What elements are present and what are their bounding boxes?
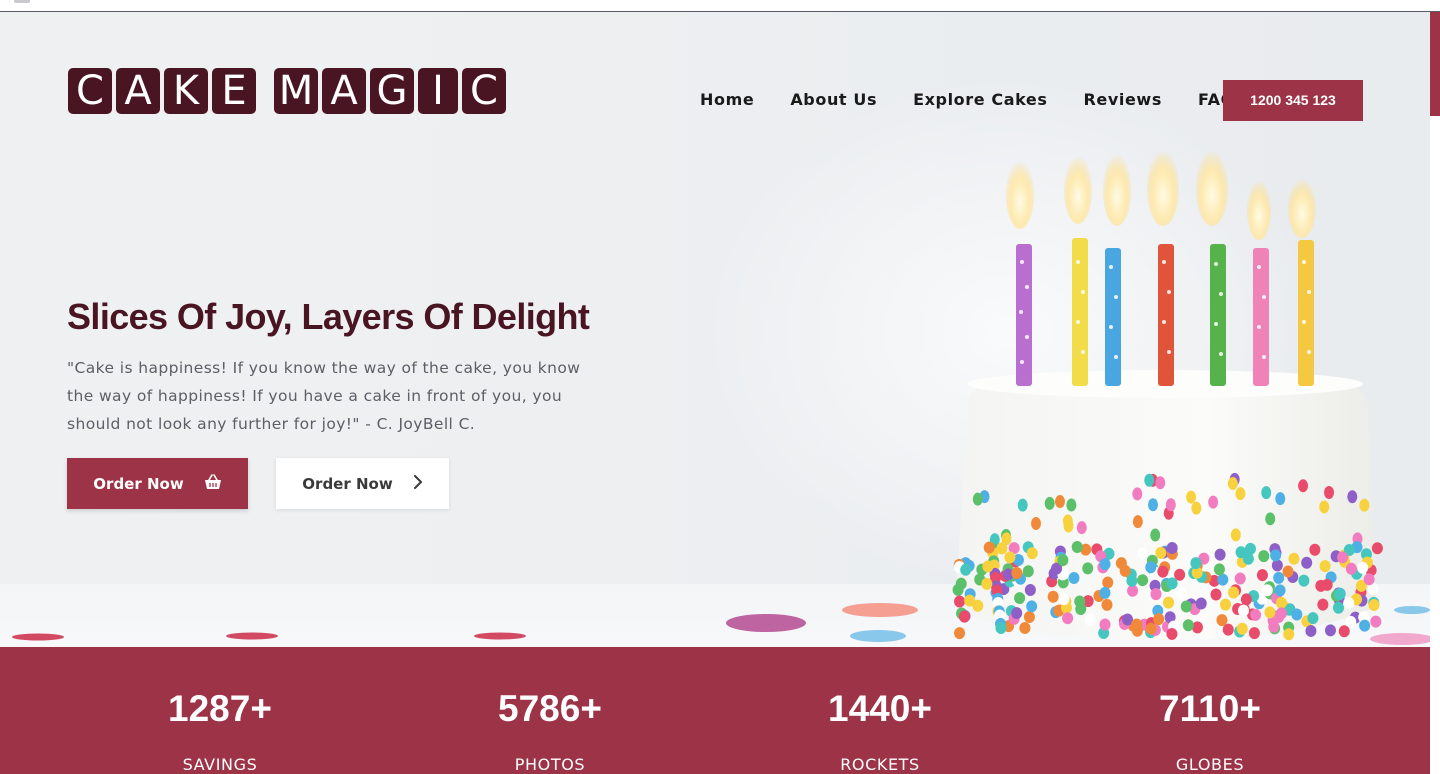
- order-now-label: Order Now: [93, 474, 184, 493]
- nav-explore-cakes[interactable]: Explore Cakes: [913, 90, 1047, 109]
- nav-about-us[interactable]: About Us: [790, 90, 877, 109]
- stat-rockets: 1440+ ROCKETS: [730, 647, 1030, 774]
- stat-value: 7110+: [1159, 688, 1261, 729]
- logo-letter-tile: A: [116, 68, 160, 114]
- order-now-secondary-label: Order Now: [302, 474, 393, 493]
- nav-reviews[interactable]: Reviews: [1084, 90, 1162, 109]
- chevron-right-icon: [413, 474, 423, 493]
- stat-value: 1287+: [168, 688, 272, 729]
- phone-button[interactable]: 1200 345 123: [1223, 80, 1363, 121]
- main-nav: Home About Us Explore Cakes Reviews FAQ: [700, 90, 1235, 109]
- order-now-secondary-button[interactable]: Order Now: [276, 458, 449, 509]
- logo-letter-tile: M: [274, 68, 318, 114]
- stat-value: 1440+: [828, 688, 932, 729]
- logo-letter-tile: C: [68, 68, 112, 114]
- logo-word-1: CAKE: [68, 68, 256, 114]
- stat-label: GLOBES: [1175, 755, 1245, 774]
- logo-letter-tile: A: [322, 68, 366, 114]
- brand-logo[interactable]: CAKE MAGIC: [68, 68, 520, 114]
- stat-label: PHOTOS: [514, 755, 586, 774]
- stat-globes: 7110+ GLOBES: [1060, 647, 1360, 774]
- order-now-button[interactable]: Order Now: [67, 458, 248, 509]
- basket-icon: [204, 473, 222, 494]
- stat-label: SAVINGS: [182, 755, 258, 774]
- stat-savings: 1287+ SAVINGS: [70, 647, 370, 774]
- nav-home[interactable]: Home: [700, 90, 754, 109]
- logo-letter-tile: C: [462, 68, 506, 114]
- logo-word-2: MAGIC: [274, 68, 506, 114]
- logo-letter-tile: E: [212, 68, 256, 114]
- logo-letter-tile: I: [418, 68, 458, 114]
- logo-letter-tile: G: [370, 68, 414, 114]
- logo-letter-tile: K: [164, 68, 208, 114]
- hero-title: Slices Of Joy, Layers Of Delight: [67, 296, 590, 337]
- scrollbar-track[interactable]: [1430, 12, 1440, 774]
- browser-tab-edge: [14, 0, 30, 3]
- hero-section: CAKE MAGIC Home About Us Explore Cakes R…: [0, 12, 1430, 647]
- scrollbar-thumb[interactable]: [1430, 12, 1440, 116]
- stats-section: 1287+ SAVINGS 5786+ PHOTOS 1440+ ROCKETS…: [0, 647, 1430, 774]
- stat-photos: 5786+ PHOTOS: [400, 647, 700, 774]
- hero-quote: "Cake is happiness! If you know the way …: [67, 359, 581, 433]
- stat-value: 5786+: [498, 688, 602, 729]
- stat-label: ROCKETS: [840, 755, 920, 774]
- browser-top-strip: [0, 0, 1440, 12]
